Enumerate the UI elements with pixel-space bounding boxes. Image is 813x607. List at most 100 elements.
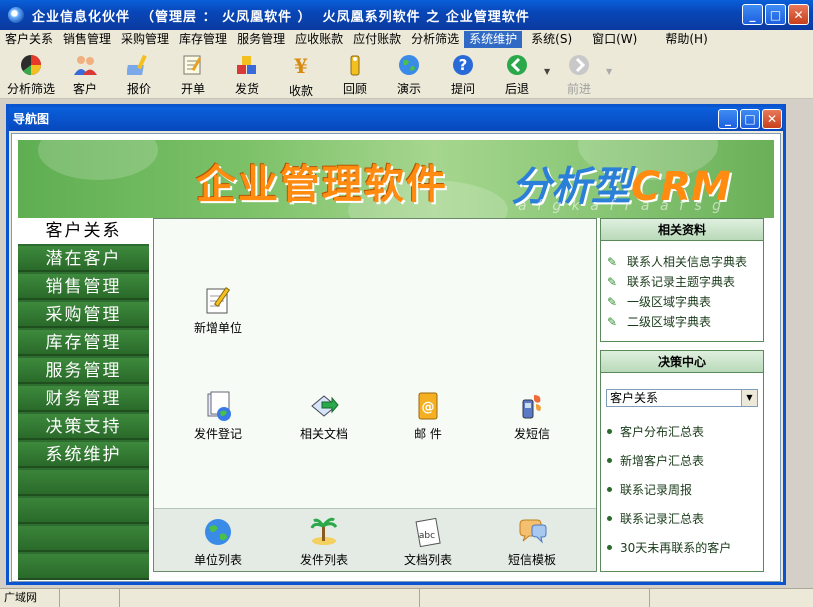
back-history-dropdown-icon[interactable]: ▼	[544, 67, 552, 76]
app-icon[interactable]	[8, 7, 24, 23]
function-label: 相关文档	[299, 427, 348, 441]
maximize-button[interactable]: □	[765, 4, 786, 25]
related-info-link[interactable]: ✎ 一级区域字典表	[607, 293, 711, 310]
status-network: 广域网	[0, 589, 60, 607]
decision-report-link[interactable]: 联系记录汇总表	[607, 510, 704, 527]
customers-icon	[72, 53, 98, 77]
menu-inventory[interactable]: 库存管理	[174, 31, 232, 48]
toolbar-label: 收款	[288, 84, 313, 98]
sms-icon	[515, 389, 549, 423]
mail-button[interactable]: @ 邮 件	[386, 389, 470, 442]
related-info-panel: 相关资料 ✎ 联系人相关信息字典表 ✎ 联系记录主题字典表 ✎ 一级区域字典表 ✎ 二级…	[600, 218, 764, 342]
status-cell	[420, 589, 650, 607]
menu-window[interactable]: 窗口(W)	[587, 31, 642, 48]
dropdown-arrow-icon[interactable]: ▼	[741, 390, 757, 406]
toolbar-customers-button[interactable]: 客户	[58, 49, 112, 97]
navigation-map-window: 导航图 _ □ ✕ 企业管理软件 分析型CRM a f g k a f r a …	[6, 104, 786, 585]
toolbar-help-button[interactable]: ? 提问	[436, 49, 490, 97]
toolbar-shipping-button[interactable]: 发货	[220, 49, 274, 97]
menu-system-maintenance[interactable]: 系统维护	[464, 31, 523, 48]
menu-analysis[interactable]: 分析筛选	[406, 31, 464, 48]
toolbar: 分析筛选 客户 报价 开单 发货 ¥ 收款 回顾 演示 ? 提问 后退 ▼ 前进…	[0, 49, 813, 99]
dispatch-register-button[interactable]: 发件登记	[176, 389, 260, 442]
pencil-icon: ✎	[607, 294, 618, 309]
decision-report-label: 联系记录汇总表	[620, 512, 705, 526]
window-title-bar[interactable]: 企业信息化伙伴 （管理层 ： 火凤凰软件 ） 火凤凰系列软件 之 企业管理软件 …	[0, 0, 813, 30]
nav-empty-slot	[18, 526, 149, 552]
nav-customer-relations[interactable]: 客户关系	[18, 218, 149, 244]
menu-purchasing[interactable]: 采购管理	[116, 31, 174, 48]
child-minimize-button[interactable]: _	[718, 109, 738, 129]
menu-sales[interactable]: 销售管理	[58, 31, 116, 48]
child-close-button[interactable]: ✕	[762, 109, 782, 129]
minimize-button[interactable]: _	[742, 4, 763, 25]
globe-icon	[396, 53, 422, 77]
nav-purchasing[interactable]: 采购管理	[18, 302, 149, 328]
menu-service[interactable]: 服务管理	[232, 31, 290, 48]
toolbar-review-button[interactable]: 回顾	[328, 49, 382, 97]
unit-list-button[interactable]: 单位列表	[176, 515, 260, 568]
toolbar-label: 回顾	[342, 82, 367, 96]
decision-report-link[interactable]: 新增客户汇总表	[607, 452, 704, 469]
nav-sales[interactable]: 销售管理	[18, 274, 149, 300]
doc-list-icon: abc	[411, 515, 445, 549]
decision-category-select[interactable]: 客户关系 ▼	[606, 389, 758, 407]
toolbar-label: 演示	[396, 82, 421, 96]
nav-empty-slot	[18, 554, 149, 580]
related-info-link[interactable]: ✎ 联系人相关信息字典表	[607, 253, 747, 270]
menu-payables[interactable]: 应付账款	[348, 31, 406, 48]
sms-template-button[interactable]: 短信模板	[490, 515, 574, 568]
toolbar-forward-button[interactable]: 前进	[552, 49, 606, 97]
toolbar-label: 报价	[126, 82, 151, 96]
menu-system[interactable]: 系统(S)	[526, 31, 577, 48]
decision-report-link[interactable]: 30天未再联系的客户	[607, 539, 731, 556]
forward-history-dropdown-icon[interactable]: ▼	[606, 67, 614, 76]
bullet-icon	[607, 487, 612, 492]
banner: 企业管理软件 分析型CRM a f g k a f r a a f s g	[18, 140, 774, 218]
nav-inventory[interactable]: 库存管理	[18, 330, 149, 356]
doc-list-button[interactable]: abc 文档列表	[386, 515, 470, 568]
order-icon	[180, 53, 206, 77]
sms-template-icon	[515, 515, 549, 549]
child-window-title[interactable]: 导航图	[9, 107, 783, 131]
sms-button[interactable]: 发短信	[490, 389, 574, 442]
nav-system-maintenance[interactable]: 系统维护	[18, 442, 149, 468]
function-label: 短信模板	[507, 553, 556, 567]
menu-customer-relations[interactable]: 客户关系	[0, 31, 58, 48]
decision-report-link[interactable]: 联系记录周报	[607, 481, 692, 498]
related-info-link-label: 一级区域字典表	[627, 295, 712, 309]
menu-bar: 客户关系 销售管理 采购管理 库存管理 服务管理 应收账款 应付账款 分析筛选 …	[0, 30, 813, 49]
toolbar-payment-button[interactable]: ¥ 收款	[274, 49, 328, 98]
child-maximize-button[interactable]: □	[740, 109, 760, 129]
toolbar-quote-button[interactable]: 报价	[112, 49, 166, 97]
related-info-link[interactable]: ✎ 联系记录主题字典表	[607, 273, 735, 290]
dispatch-list-button[interactable]: 发件列表	[282, 515, 366, 568]
toolbar-back-button[interactable]: 后退	[490, 49, 544, 97]
quote-icon	[126, 53, 152, 77]
new-unit-button[interactable]: 新增单位	[176, 283, 260, 336]
status-cell	[650, 589, 810, 607]
function-label: 发短信	[513, 427, 550, 441]
toolbar-label: 发货	[234, 82, 259, 96]
related-info-link[interactable]: ✎ 二级区域字典表	[607, 313, 711, 330]
function-label: 新增单位	[193, 321, 242, 335]
analysis-icon	[18, 53, 44, 77]
nav-service[interactable]: 服务管理	[18, 358, 149, 384]
decision-report-link[interactable]: 客户分布汇总表	[607, 423, 704, 440]
nav-potential-customers[interactable]: 潜在客户	[18, 246, 149, 272]
toolbar-analysis-button[interactable]: 分析筛选	[4, 49, 58, 97]
dispatch-list-icon	[307, 515, 341, 549]
menu-receivables[interactable]: 应收账款	[290, 31, 348, 48]
nav-decision-support[interactable]: 决策支持	[18, 414, 149, 440]
close-button[interactable]: ✕	[788, 4, 809, 25]
nav-finance[interactable]: 财务管理	[18, 386, 149, 412]
toolbar-order-button[interactable]: 开单	[166, 49, 220, 97]
related-docs-button[interactable]: 相关文档	[282, 389, 366, 442]
left-navigation: 客户关系 潜在客户 销售管理 采购管理 库存管理 服务管理 财务管理 决策支持 …	[18, 218, 149, 580]
menu-help[interactable]: 帮助(H)	[660, 31, 712, 48]
toolbar-label: 提问	[450, 82, 475, 96]
function-panel: 新增单位 发件登记 相关文档 @ 邮 件 发短信 单位列表 发件列表 abc 文…	[153, 218, 597, 572]
function-label: 单位列表	[193, 553, 242, 567]
banner-title: 企业管理软件	[196, 161, 448, 208]
toolbar-demo-button[interactable]: 演示	[382, 49, 436, 97]
